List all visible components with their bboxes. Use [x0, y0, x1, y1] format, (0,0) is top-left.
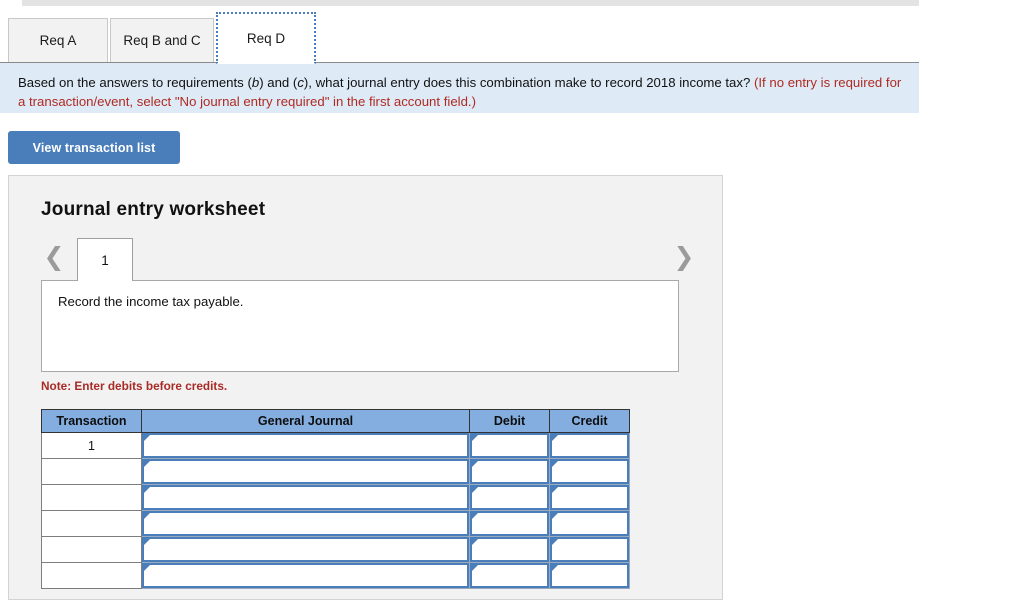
journal-entry-table: Transaction General Journal Debit Credit… — [41, 409, 630, 589]
column-header-general-journal: General Journal — [141, 409, 470, 433]
credit-input[interactable] — [550, 511, 629, 536]
transaction-number-cell — [41, 458, 142, 485]
worksheet-pager: ❮ 1 ❯ — [9, 233, 724, 281]
table-row — [41, 536, 630, 563]
general-journal-input[interactable] — [142, 485, 469, 510]
general-journal-input-cell[interactable] — [141, 510, 470, 537]
credit-input-cell[interactable] — [549, 484, 630, 511]
general-journal-input-cell[interactable] — [141, 484, 470, 511]
credit-input-cell[interactable] — [549, 458, 630, 485]
instruction-text-part3: ), what journal entry does this combinat… — [303, 75, 754, 90]
general-journal-input-cell[interactable] — [141, 536, 470, 563]
table-row — [41, 484, 630, 511]
table-row: 1 — [41, 432, 630, 459]
credit-input[interactable] — [550, 563, 629, 588]
chevron-right-icon[interactable]: ❯ — [671, 243, 697, 273]
entry-description-box: Record the income tax payable. — [41, 280, 679, 372]
credit-input-cell[interactable] — [549, 432, 630, 459]
general-journal-input-cell[interactable] — [141, 432, 470, 459]
worksheet-title: Journal entry worksheet — [41, 199, 266, 220]
view-transaction-list-button[interactable]: View transaction list — [8, 131, 180, 164]
transaction-number-cell — [41, 510, 142, 537]
transaction-number-cell — [41, 536, 142, 563]
debit-input[interactable] — [470, 537, 549, 562]
top-strip-divider — [22, 6, 919, 7]
credit-input[interactable] — [550, 459, 629, 484]
transaction-number-cell: 1 — [41, 432, 142, 459]
general-journal-input[interactable] — [142, 563, 469, 588]
general-journal-input[interactable] — [142, 433, 469, 458]
chevron-left-icon[interactable]: ❮ — [41, 243, 67, 273]
transaction-number-cell — [41, 562, 142, 589]
debit-input[interactable] — [470, 511, 549, 536]
debit-input-cell[interactable] — [469, 458, 550, 485]
journal-entry-table-body: 1 — [41, 432, 630, 589]
tab-req-d[interactable]: Req D — [216, 12, 316, 64]
table-row — [41, 562, 630, 589]
debit-input[interactable] — [470, 563, 549, 588]
tab-req-b-and-c-label: Req B and C — [123, 33, 201, 48]
general-journal-input-cell[interactable] — [141, 562, 470, 589]
column-header-debit: Debit — [469, 409, 550, 433]
credit-input-cell[interactable] — [549, 536, 630, 563]
instruction-text-part2: ) and ( — [259, 75, 298, 90]
worksheet-page-tab-1[interactable]: 1 — [77, 238, 133, 281]
general-journal-input[interactable] — [142, 537, 469, 562]
credit-input-cell[interactable] — [549, 510, 630, 537]
tab-req-d-label: Req D — [246, 31, 286, 46]
debit-input[interactable] — [470, 459, 549, 484]
debit-input-cell[interactable] — [469, 510, 550, 537]
debit-input-cell[interactable] — [469, 484, 550, 511]
tab-req-b-and-c[interactable]: Req B and C — [110, 18, 214, 63]
credit-input[interactable] — [550, 537, 629, 562]
general-journal-input[interactable] — [142, 459, 469, 484]
debits-before-credits-note: Note: Enter debits before credits. — [41, 379, 228, 393]
debit-input[interactable] — [470, 485, 549, 510]
entry-description-text: Record the income tax payable. — [58, 294, 244, 309]
debit-input-cell[interactable] — [469, 536, 550, 563]
credit-input-cell[interactable] — [549, 562, 630, 589]
general-journal-input-cell[interactable] — [141, 458, 470, 485]
transaction-number-cell — [41, 484, 142, 511]
tab-req-a[interactable]: Req A — [8, 18, 108, 63]
general-journal-input[interactable] — [142, 511, 469, 536]
column-header-credit: Credit — [549, 409, 630, 433]
worksheet-page-number: 1 — [101, 252, 109, 268]
table-row — [41, 510, 630, 537]
requirement-tabs: Req A Req B and C Req D — [8, 9, 318, 64]
instruction-text-part1: Based on the answers to requirements ( — [18, 75, 252, 90]
table-header-row: Transaction General Journal Debit Credit — [41, 409, 630, 433]
credit-input[interactable] — [550, 433, 629, 458]
debit-input[interactable] — [470, 433, 549, 458]
column-header-transaction: Transaction — [41, 409, 142, 433]
credit-input[interactable] — [550, 485, 629, 510]
debit-input-cell[interactable] — [469, 562, 550, 589]
tab-req-a-label: Req A — [39, 33, 77, 48]
debit-input-cell[interactable] — [469, 432, 550, 459]
requirement-c-italic: c — [297, 75, 304, 90]
journal-entry-worksheet-panel: Journal entry worksheet ❮ 1 ❯ Record the… — [8, 175, 723, 600]
instruction-banner: Based on the answers to requirements (b)… — [0, 63, 919, 113]
table-row — [41, 458, 630, 485]
